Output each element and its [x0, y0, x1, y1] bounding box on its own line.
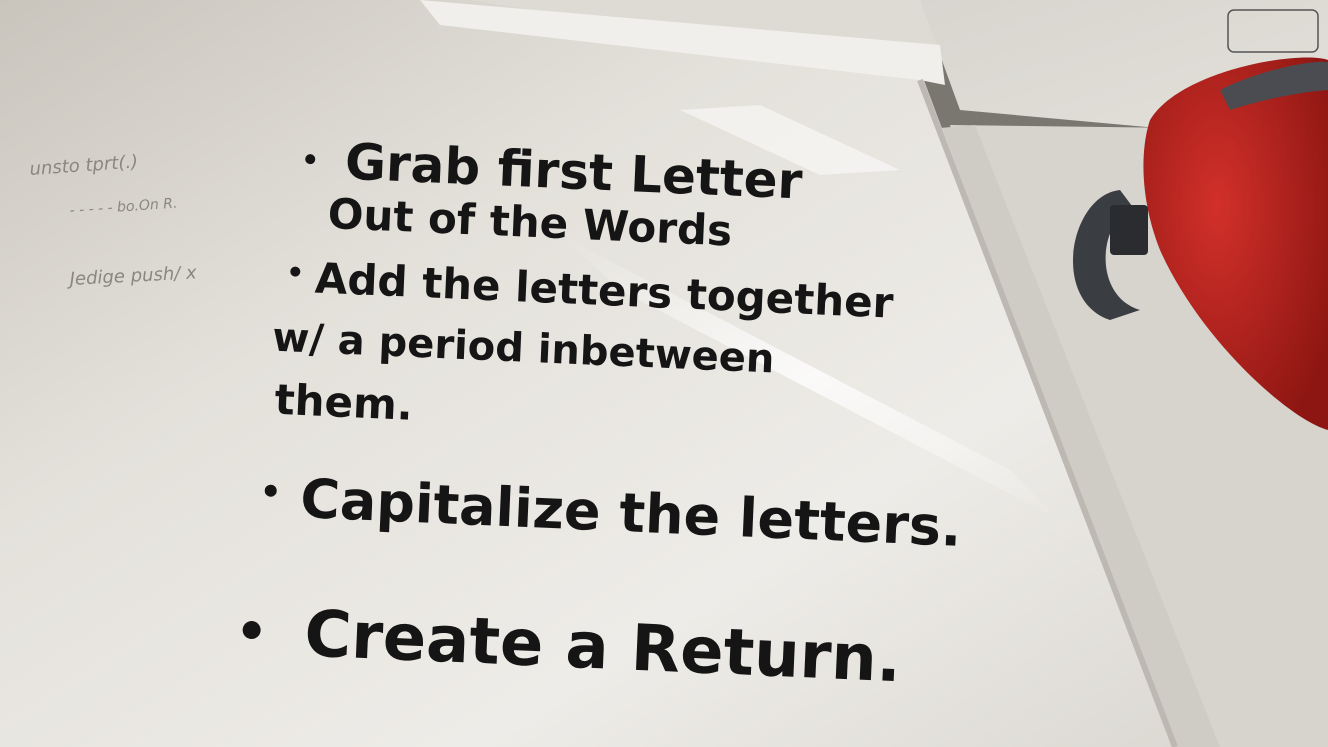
note-line: them. [274, 375, 414, 430]
photo-scene: unsto tprt(.) - - - - - bo.On R. Jedige … [0, 0, 1328, 747]
